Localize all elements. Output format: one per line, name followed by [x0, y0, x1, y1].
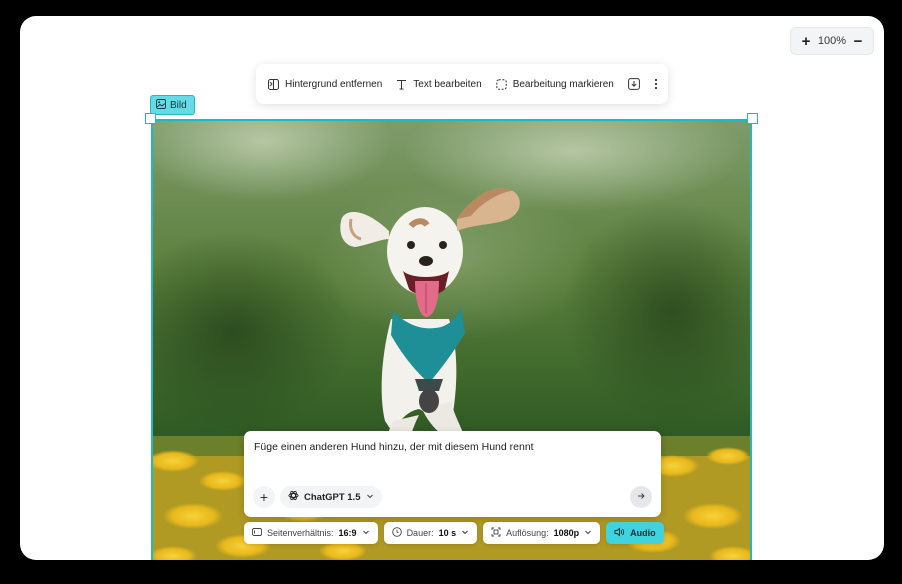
model-name: ChatGPT 1.5	[304, 491, 361, 503]
zoom-control: + 100% −	[790, 27, 874, 55]
model-selector[interactable]: ChatGPT 1.5	[280, 486, 382, 508]
resize-handle-top-right[interactable]	[747, 113, 758, 124]
audio-label: Audio	[630, 528, 656, 538]
send-button[interactable]	[630, 486, 652, 508]
generation-settings: Seitenverhältnis: 16:9 Dauer: 10 s Auflö…	[244, 522, 664, 544]
add-attachment-button[interactable]: +	[253, 486, 275, 508]
resize-handle-top-left[interactable]	[145, 113, 156, 124]
zoom-out-button[interactable]: −	[849, 32, 867, 50]
mark-edit-label: Bearbeitung markieren	[512, 78, 614, 90]
remove-background-icon	[268, 78, 279, 90]
aspect-ratio-label: Seitenverhältnis:	[267, 528, 334, 538]
aspect-ratio-value: 16:9	[338, 528, 357, 538]
duration-label: Dauer:	[406, 528, 434, 538]
selection-label: Bild	[150, 95, 195, 115]
duration-value: 10 s	[438, 528, 457, 538]
more-options-icon[interactable]	[654, 77, 658, 91]
download-icon[interactable]	[627, 77, 640, 91]
image-toolbar: Hintergrund entfernen Text bearbeiten Be…	[256, 64, 668, 104]
chevron-down-icon	[461, 528, 469, 538]
resolution-value: 1080p	[553, 528, 580, 538]
aspect-ratio-icon	[252, 527, 262, 539]
edit-text-button[interactable]: Text bearbeiten	[396, 78, 482, 90]
selection-marquee-icon	[495, 78, 507, 90]
chevron-down-icon	[584, 528, 592, 538]
duration-selector[interactable]: Dauer: 10 s	[383, 522, 478, 544]
prompt-input[interactable]: Füge einen anderen Hund hinzu, der mit d…	[254, 441, 534, 453]
zoom-level: 100%	[817, 35, 847, 47]
openai-icon	[288, 490, 299, 504]
remove-background-label: Hintergrund entfernen	[285, 78, 383, 90]
resolution-icon	[491, 527, 501, 539]
mark-edit-button[interactable]: Bearbeitung markieren	[495, 78, 614, 90]
resolution-selector[interactable]: Auflösung: 1080p	[483, 522, 601, 544]
chevron-down-icon	[366, 492, 374, 503]
image-icon	[156, 98, 166, 112]
selection-label-text: Bild	[170, 99, 187, 111]
resolution-label: Auflösung:	[506, 528, 549, 538]
remove-background-button[interactable]: Hintergrund entfernen	[268, 78, 383, 90]
prompt-box: Füge einen anderen Hund hinzu, der mit d…	[244, 431, 661, 517]
edit-text-label: Text bearbeiten	[413, 78, 482, 90]
text-icon	[396, 79, 407, 90]
audio-toggle[interactable]: Audio	[606, 522, 664, 544]
arrow-right-icon	[636, 488, 646, 506]
clock-icon	[391, 527, 402, 539]
aspect-ratio-selector[interactable]: Seitenverhältnis: 16:9	[244, 522, 378, 544]
editor-window: + 100% − Hintergrund entfernen Text bear…	[20, 16, 884, 560]
zoom-in-button[interactable]: +	[797, 32, 815, 50]
speaker-icon	[614, 527, 625, 539]
chevron-down-icon	[362, 528, 370, 538]
